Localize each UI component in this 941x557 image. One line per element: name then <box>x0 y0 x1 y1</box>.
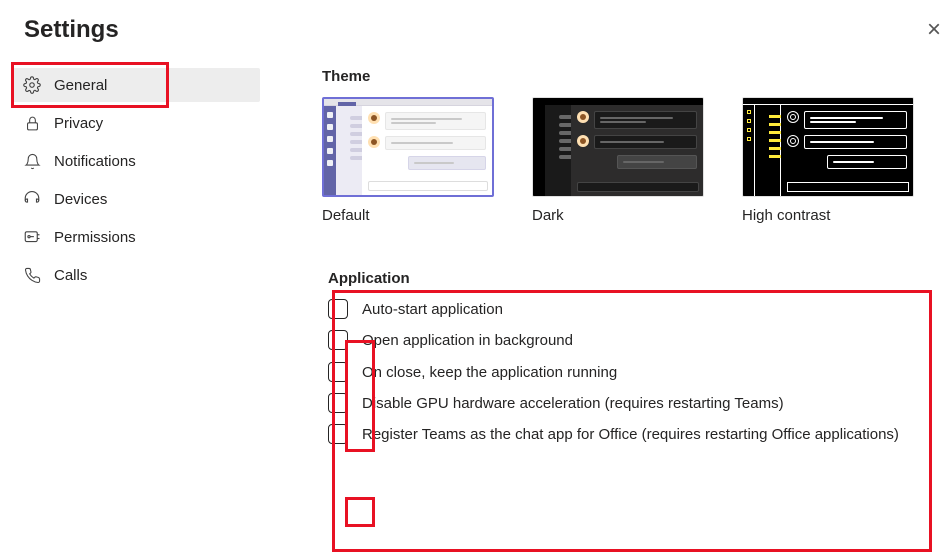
key-icon <box>22 228 42 246</box>
option-label: On close, keep the application running <box>362 362 617 383</box>
annotation-box-register-checkbox <box>345 497 375 527</box>
option-disable-gpu[interactable]: Disable GPU hardware acceleration (requi… <box>328 393 931 414</box>
option-label: Register Teams as the chat app for Offic… <box>362 424 899 445</box>
theme-label: Dark <box>532 207 704 224</box>
option-label: Disable GPU hardware acceleration (requi… <box>362 393 784 414</box>
theme-thumb-default <box>322 97 494 197</box>
option-label: Auto-start application <box>362 299 503 320</box>
checkbox-register-chat-app[interactable] <box>328 424 348 444</box>
theme-heading: Theme <box>322 68 937 85</box>
sidebar-item-label: Calls <box>54 267 87 284</box>
sidebar-item-label: Devices <box>54 191 107 208</box>
sidebar-item-general[interactable]: General <box>12 68 260 102</box>
sidebar-item-calls[interactable]: Calls <box>12 258 260 292</box>
checkbox-disable-gpu[interactable] <box>328 393 348 413</box>
page-title: Settings <box>0 0 941 68</box>
close-button[interactable]: × <box>927 16 941 44</box>
theme-label: Default <box>322 207 494 224</box>
checkbox-open-background[interactable] <box>328 330 348 350</box>
settings-sidebar: General Privacy Notifications Devices Pe… <box>0 68 260 465</box>
application-section: Application Auto-start application Open … <box>322 264 937 465</box>
gear-icon <box>22 76 42 94</box>
phone-icon <box>22 267 42 284</box>
option-auto-start[interactable]: Auto-start application <box>328 299 931 320</box>
theme-thumb-high-contrast <box>742 97 914 197</box>
sidebar-item-label: Privacy <box>54 115 103 132</box>
bell-icon <box>22 153 42 170</box>
sidebar-item-label: Permissions <box>54 229 136 246</box>
option-label: Open application in background <box>362 330 573 351</box>
option-open-background[interactable]: Open application in background <box>328 330 931 351</box>
theme-label: High contrast <box>742 207 914 224</box>
theme-thumb-dark <box>532 97 704 197</box>
checkbox-keep-running[interactable] <box>328 362 348 382</box>
lock-icon <box>22 115 42 132</box>
application-heading: Application <box>328 270 931 287</box>
theme-option-default[interactable]: Default <box>322 97 494 224</box>
option-register-chat-app[interactable]: Register Teams as the chat app for Offic… <box>328 424 931 445</box>
checkbox-auto-start[interactable] <box>328 299 348 319</box>
settings-main: Theme D <box>260 68 941 465</box>
option-keep-running[interactable]: On close, keep the application running <box>328 362 931 383</box>
sidebar-item-label: Notifications <box>54 153 136 170</box>
sidebar-item-notifications[interactable]: Notifications <box>12 144 260 178</box>
headset-icon <box>22 190 42 208</box>
theme-option-dark[interactable]: Dark <box>532 97 704 224</box>
sidebar-item-privacy[interactable]: Privacy <box>12 106 260 140</box>
sidebar-item-devices[interactable]: Devices <box>12 182 260 216</box>
theme-option-high-contrast[interactable]: High contrast <box>742 97 914 224</box>
sidebar-item-permissions[interactable]: Permissions <box>12 220 260 254</box>
sidebar-item-label: General <box>54 77 107 94</box>
